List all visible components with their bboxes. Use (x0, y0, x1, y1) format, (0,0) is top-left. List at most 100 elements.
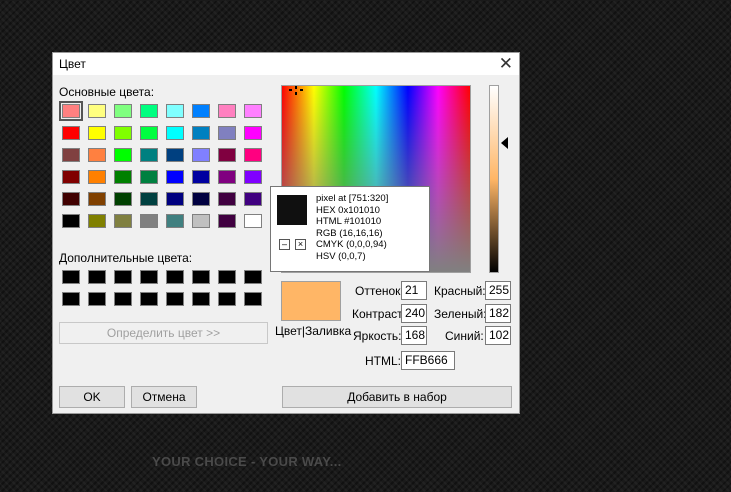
title-bar: Цвет ✕ (53, 53, 519, 75)
green-label: Зеленый: (434, 307, 487, 321)
basic-color-swatch[interactable] (244, 192, 262, 206)
tooltip-line: CMYK (0,0,0,94) (316, 239, 387, 250)
basic-color-swatch[interactable] (244, 104, 262, 118)
basic-color-swatch[interactable] (218, 148, 236, 162)
basic-color-swatch[interactable] (88, 170, 106, 184)
basic-color-swatch[interactable] (140, 192, 158, 206)
red-label: Красный: (434, 284, 486, 298)
custom-color-swatch[interactable] (88, 292, 106, 306)
basic-color-swatch[interactable] (218, 192, 236, 206)
custom-color-swatch[interactable] (140, 270, 158, 284)
basic-color-swatch[interactable] (62, 148, 80, 162)
custom-color-swatch[interactable] (62, 270, 80, 284)
basic-color-swatch[interactable] (140, 170, 158, 184)
custom-color-swatch[interactable] (166, 292, 184, 306)
background-tagline: YOUR CHOICE - YOUR WAY... (152, 454, 342, 469)
basic-color-swatch[interactable] (62, 126, 80, 140)
basic-color-swatch[interactable] (244, 170, 262, 184)
basic-color-swatch[interactable] (166, 104, 184, 118)
custom-color-swatch[interactable] (114, 292, 132, 306)
custom-color-swatch[interactable] (62, 292, 80, 306)
tooltip-line: HSV (0,0,7) (316, 250, 366, 262)
custom-color-swatch[interactable] (114, 270, 132, 284)
custom-color-swatch[interactable] (218, 292, 236, 306)
basic-color-swatch[interactable] (166, 214, 184, 228)
basic-color-swatch[interactable] (59, 101, 83, 121)
basic-color-swatch[interactable] (114, 170, 132, 184)
tooltip-color-swatch (277, 195, 307, 225)
tooltip-line: HTML #101010 (316, 216, 382, 227)
green-field[interactable]: 182 (485, 304, 511, 323)
red-field[interactable]: 255 (485, 281, 511, 300)
basic-color-swatch[interactable] (140, 148, 158, 162)
pixel-info-tooltip: pixel at [751:320] HEX 0x101010 HTML #10… (270, 186, 430, 272)
tooltip-line: pixel at [751:320] (316, 193, 389, 204)
cancel-button[interactable]: Отмена (131, 386, 197, 408)
luminance-arrow-icon[interactable] (501, 137, 508, 149)
custom-color-swatch[interactable] (192, 292, 210, 306)
tooltip-line: HEX 0x101010 (316, 204, 380, 216)
blue-field[interactable]: 102 (485, 326, 511, 345)
basic-color-swatch[interactable] (88, 192, 106, 206)
close-icon[interactable]: ✕ (499, 54, 513, 73)
tooltip-lines: pixel at [751:320] HEX 0x101010 HTML #10… (316, 193, 388, 262)
basic-color-swatch[interactable] (62, 170, 80, 184)
basic-color-swatch[interactable] (166, 192, 184, 206)
basic-color-swatch[interactable] (166, 148, 184, 162)
saturation-label: Контраст: (352, 307, 406, 321)
hue-label: Оттенок: (355, 284, 404, 298)
basic-color-swatch[interactable] (166, 170, 184, 184)
basic-color-swatch[interactable] (88, 214, 106, 228)
basic-color-swatch[interactable] (114, 148, 132, 162)
saturation-field[interactable]: 240 (401, 304, 427, 323)
basic-color-swatch[interactable] (62, 214, 80, 228)
custom-color-swatch[interactable] (244, 270, 262, 284)
ok-button[interactable]: OK (59, 386, 125, 408)
basic-color-swatch[interactable] (192, 104, 210, 118)
basic-color-swatch[interactable] (192, 170, 210, 184)
basic-color-swatch[interactable] (114, 214, 132, 228)
add-to-custom-colors-button[interactable]: Добавить в набор (282, 386, 512, 408)
basic-color-swatch[interactable] (192, 192, 210, 206)
basic-color-swatch[interactable] (244, 148, 262, 162)
define-custom-color-button[interactable]: Определить цвет >> (59, 322, 268, 344)
minus-icon[interactable]: – (279, 239, 290, 250)
close-icon[interactable]: × (295, 239, 306, 250)
basic-color-swatch[interactable] (192, 214, 210, 228)
basic-color-swatch[interactable] (140, 104, 158, 118)
custom-color-swatch[interactable] (88, 270, 106, 284)
basic-color-swatch[interactable] (218, 214, 236, 228)
basic-color-swatch[interactable] (218, 104, 236, 118)
luminance-slider[interactable] (489, 85, 499, 273)
custom-color-swatch[interactable] (218, 270, 236, 284)
basic-color-swatch[interactable] (192, 126, 210, 140)
basic-color-swatch[interactable] (62, 192, 80, 206)
basic-color-swatch[interactable] (192, 148, 210, 162)
basic-color-swatch[interactable] (114, 126, 132, 140)
basic-color-swatch[interactable] (88, 104, 106, 118)
color-preview (281, 281, 341, 321)
basic-color-swatch[interactable] (88, 148, 106, 162)
basic-color-swatch[interactable] (140, 214, 158, 228)
custom-color-swatch[interactable] (244, 292, 262, 306)
blue-label: Синий: (445, 329, 484, 343)
custom-color-swatch[interactable] (192, 270, 210, 284)
basic-color-swatch[interactable] (114, 104, 132, 118)
basic-color-swatch[interactable] (244, 126, 262, 140)
html-label: HTML: (365, 354, 401, 368)
basic-color-swatch[interactable] (244, 214, 262, 228)
custom-color-swatch[interactable] (140, 292, 158, 306)
basic-color-swatch[interactable] (218, 126, 236, 140)
crosshair-icon (289, 86, 303, 95)
basic-color-swatch[interactable] (218, 170, 236, 184)
html-field[interactable]: FFB666 (401, 351, 455, 370)
dialog-title: Цвет (59, 57, 86, 71)
basic-color-swatch[interactable] (140, 126, 158, 140)
basic-color-swatch[interactable] (88, 126, 106, 140)
basic-color-swatch[interactable] (114, 192, 132, 206)
hue-field[interactable]: 21 (401, 281, 427, 300)
custom-color-swatch[interactable] (166, 270, 184, 284)
luminance-field[interactable]: 168 (401, 326, 427, 345)
basic-color-swatch[interactable] (166, 126, 184, 140)
custom-colors-label: Дополнительные цвета: (59, 251, 193, 265)
